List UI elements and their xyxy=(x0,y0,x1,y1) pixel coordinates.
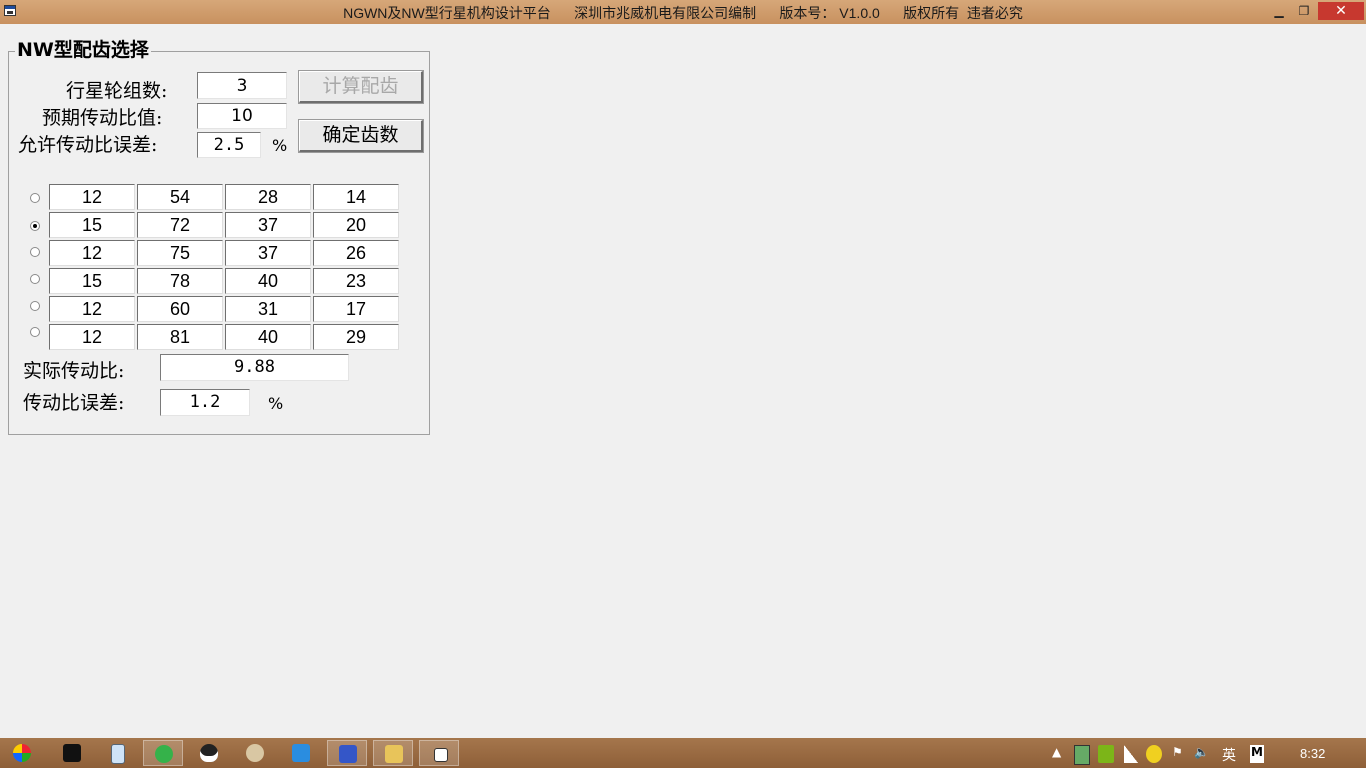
ratio-error-unit: % xyxy=(268,394,284,413)
calculator-icon[interactable] xyxy=(97,740,137,766)
row-radio-6[interactable] xyxy=(30,327,40,337)
confirm-teeth-button[interactable]: 确定齿数 xyxy=(299,120,423,152)
table-cell[interactable]: 12 xyxy=(49,240,135,266)
clock[interactable]: 8:32 xyxy=(1300,746,1325,761)
flag-icon[interactable]: ⚑ xyxy=(1172,745,1183,763)
start-orb-icon[interactable] xyxy=(2,740,42,766)
mail-icon[interactable] xyxy=(327,740,367,766)
table-cell[interactable]: 26 xyxy=(313,240,399,266)
table-cell[interactable]: 15 xyxy=(49,212,135,238)
planet-count-label: 行星轮组数: xyxy=(66,80,168,102)
file-explorer-icon[interactable] xyxy=(373,740,413,766)
table-cell[interactable]: 37 xyxy=(225,240,311,266)
row-radio-1[interactable] xyxy=(30,193,40,203)
table-cell[interactable]: 14 xyxy=(313,184,399,210)
actual-ratio-value[interactable]: 9.88 xyxy=(160,354,349,381)
monitor-icon[interactable] xyxy=(1074,745,1090,765)
table-cell[interactable]: 12 xyxy=(49,324,135,350)
table-cell[interactable]: 75 xyxy=(137,240,223,266)
volume-icon[interactable]: 🔈 xyxy=(1194,745,1209,763)
show-hidden-icons[interactable]: ▲ xyxy=(1052,745,1061,763)
ime-language-indicator[interactable]: 英 xyxy=(1222,745,1236,764)
table-cell[interactable]: 12 xyxy=(49,184,135,210)
actual-ratio-label: 实际传动比: xyxy=(23,360,125,382)
window-title: NGWN及NW型行星机构设计平台 深圳市兆威机电有限公司编制 版本号： V1.0… xyxy=(343,5,1023,21)
planet-count-input[interactable]: 3 xyxy=(197,72,287,99)
table-cell[interactable]: 72 xyxy=(137,212,223,238)
row-radio-5[interactable] xyxy=(30,301,40,311)
paint-icon[interactable] xyxy=(235,740,275,766)
table-cell[interactable]: 40 xyxy=(225,268,311,294)
minimize-button[interactable]: ▁ xyxy=(1270,2,1288,20)
expected-ratio-label: 预期传动比值: xyxy=(42,107,163,129)
table-cell[interactable]: 78 xyxy=(137,268,223,294)
ratio-error-value[interactable]: 1.2 xyxy=(160,389,250,416)
app-window-icon[interactable] xyxy=(419,740,459,766)
ime-mode-indicator[interactable]: M xyxy=(1250,745,1264,763)
row-radio-3[interactable] xyxy=(30,247,40,257)
table-cell[interactable]: 40 xyxy=(225,324,311,350)
table-cell[interactable]: 28 xyxy=(225,184,311,210)
row-radio-4[interactable] xyxy=(30,274,40,284)
table-cell[interactable]: 20 xyxy=(313,212,399,238)
table-cell[interactable]: 81 xyxy=(137,324,223,350)
table-cell[interactable]: 60 xyxy=(137,296,223,322)
tolerance-input[interactable]: 2.5 xyxy=(197,132,261,158)
table-cell[interactable]: 54 xyxy=(137,184,223,210)
group-title: NW型配齿选择 xyxy=(15,39,151,61)
table-cell[interactable]: 37 xyxy=(225,212,311,238)
browser-icon[interactable] xyxy=(143,740,183,766)
title-bar: NGWN及NW型行星机构设计平台 深圳市兆威机电有限公司编制 版本号： V1.0… xyxy=(0,0,1366,24)
restore-button[interactable]: ❐ xyxy=(1295,2,1313,20)
row-radio-2[interactable] xyxy=(30,221,40,231)
qq-icon[interactable] xyxy=(189,740,229,766)
nvidia-icon[interactable] xyxy=(1098,745,1114,763)
tolerance-unit: % xyxy=(272,136,288,155)
tolerance-label: 允许传动比误差: xyxy=(18,134,158,156)
table-cell[interactable]: 12 xyxy=(49,296,135,322)
expected-ratio-input[interactable]: 10 xyxy=(197,103,287,129)
table-cell[interactable]: 17 xyxy=(313,296,399,322)
chat-icon[interactable] xyxy=(281,740,321,766)
table-cell[interactable]: 31 xyxy=(225,296,311,322)
ratio-error-label: 传动比误差: xyxy=(23,392,125,414)
network-signal-icon[interactable] xyxy=(1124,745,1138,763)
table-cell[interactable]: 23 xyxy=(313,268,399,294)
close-button[interactable]: ✕ xyxy=(1318,2,1364,20)
norton-icon[interactable] xyxy=(52,740,92,766)
table-cell[interactable]: 29 xyxy=(313,324,399,350)
table-cell[interactable]: 15 xyxy=(49,268,135,294)
calculate-gears-button[interactable]: 计算配齿 xyxy=(299,71,423,103)
security-plus-icon[interactable] xyxy=(1146,745,1162,763)
